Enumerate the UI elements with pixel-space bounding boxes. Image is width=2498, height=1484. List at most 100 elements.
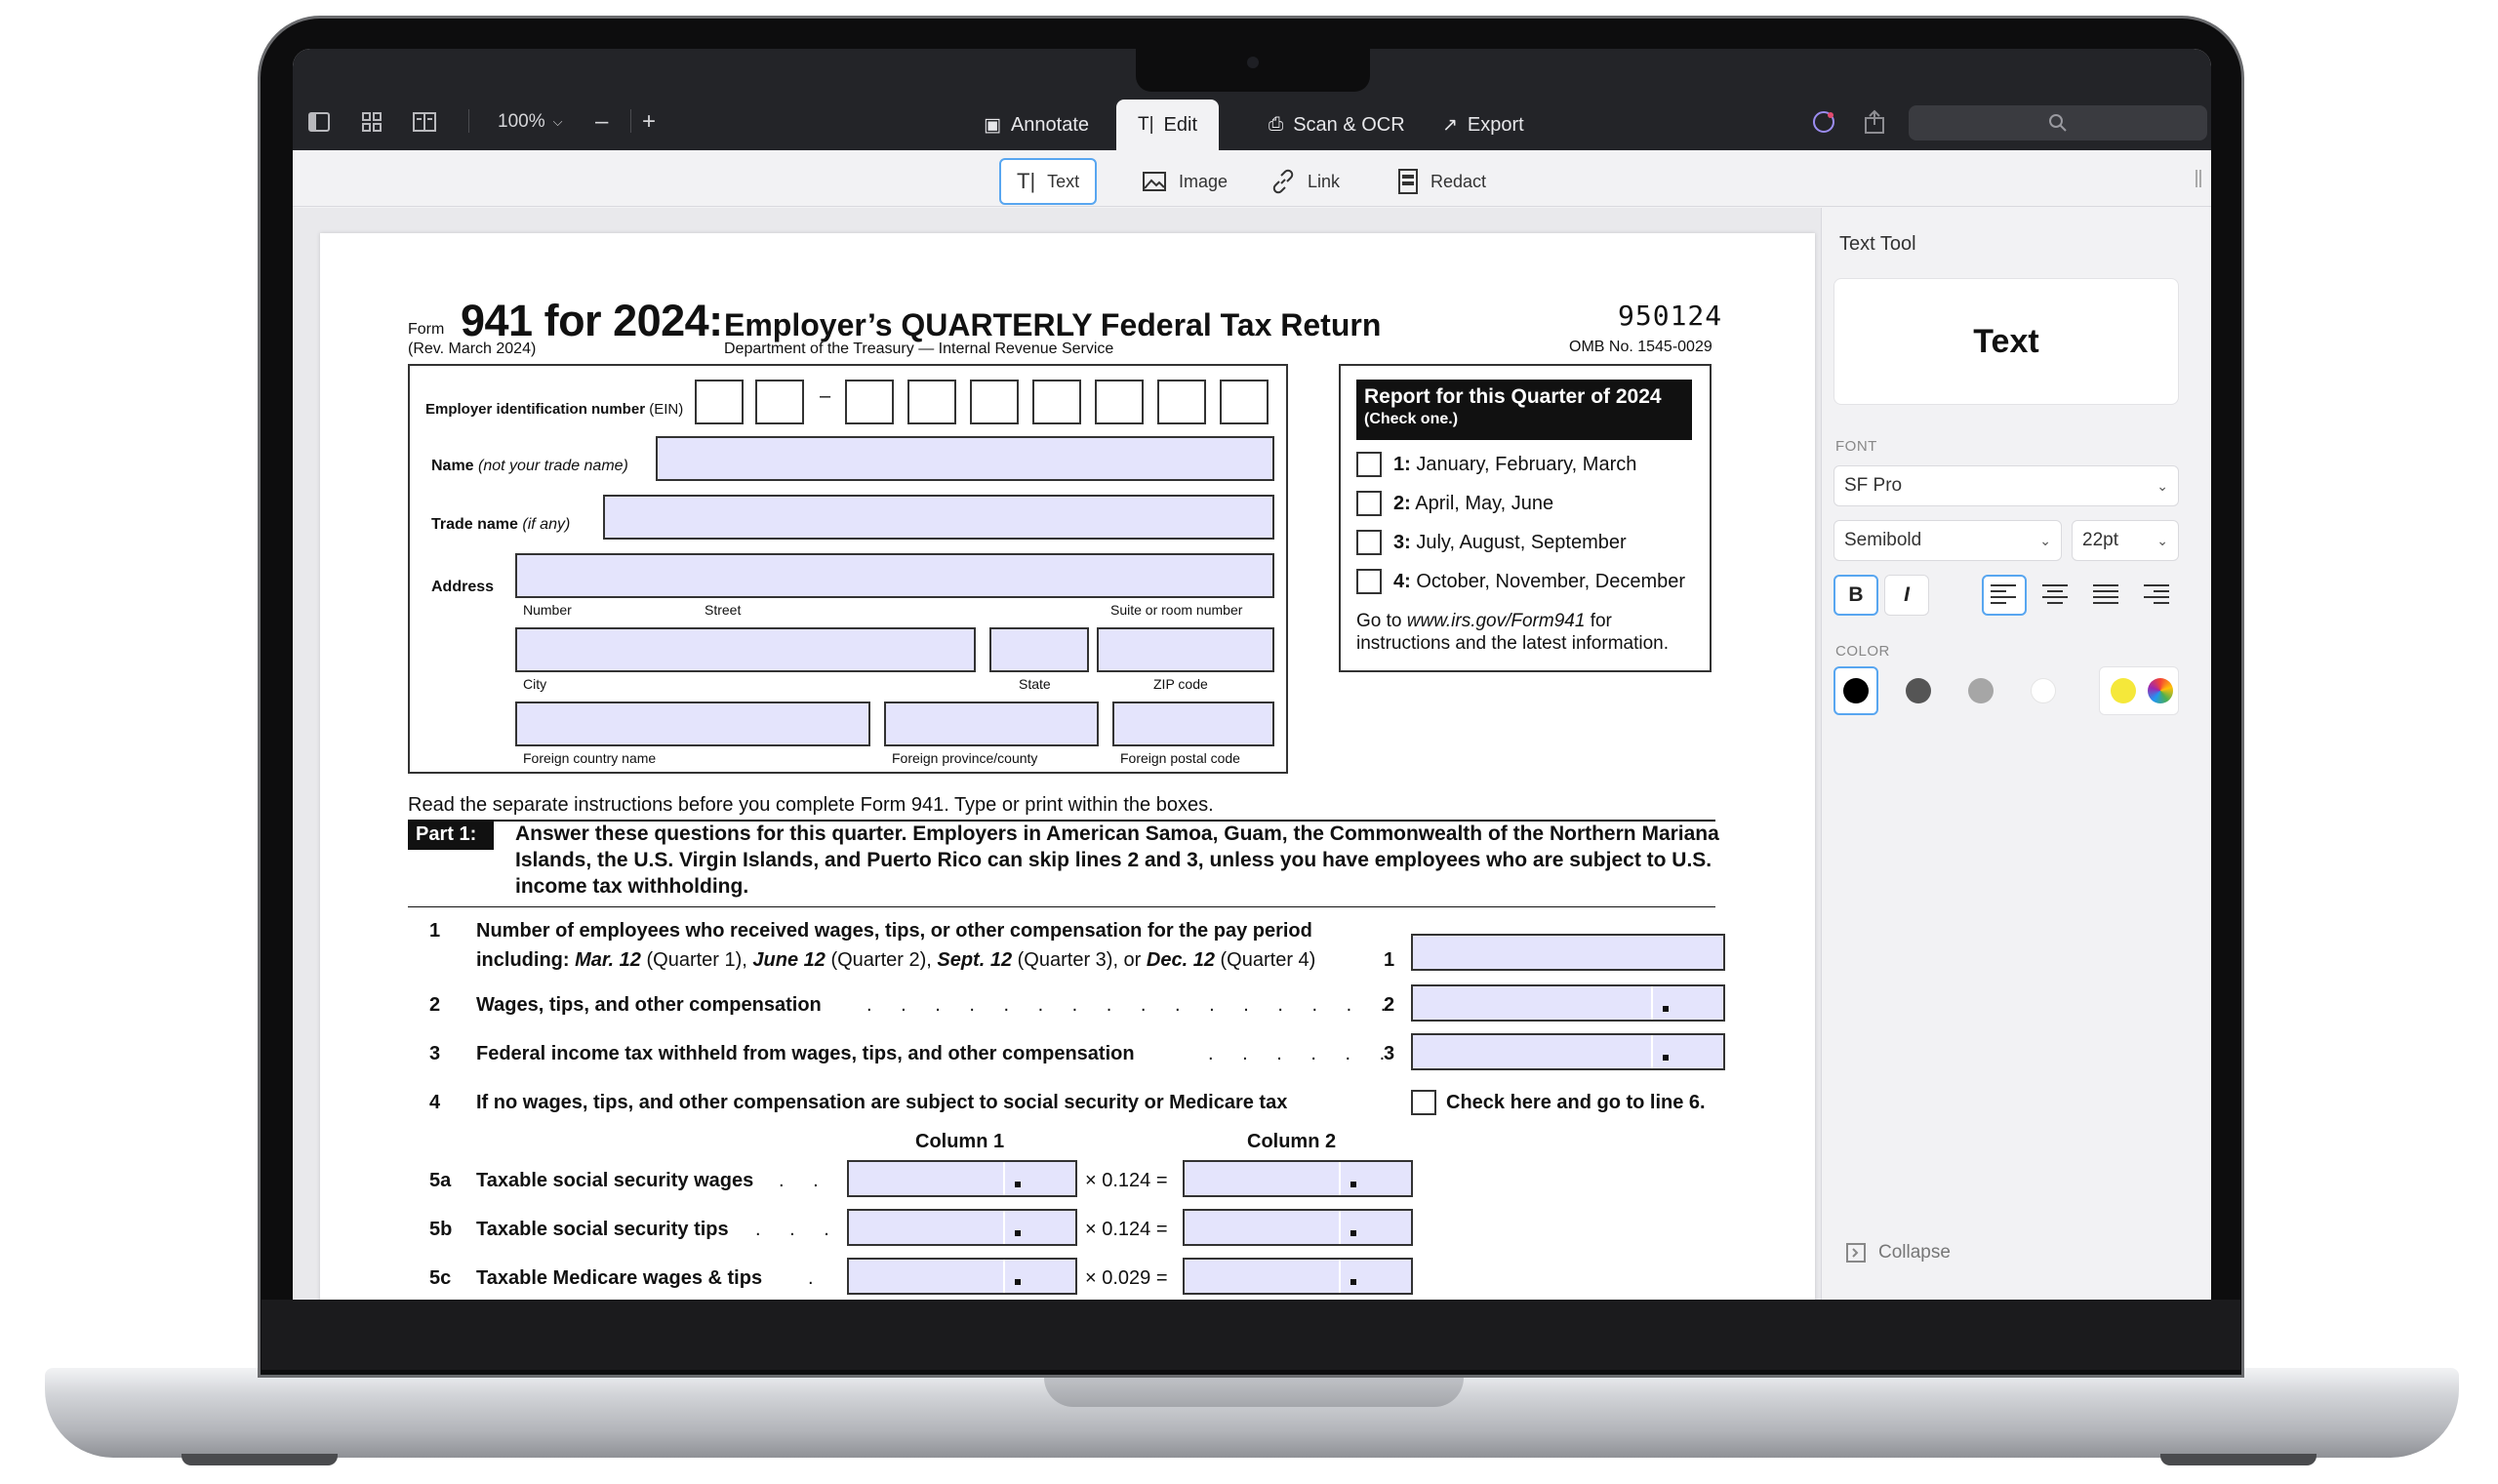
cents-field[interactable] [1003, 1211, 1075, 1244]
line-5c-column-2-field[interactable] [1183, 1258, 1413, 1295]
line-5c-column-1-field[interactable] [847, 1258, 1077, 1295]
line-1-employees-field[interactable] [1411, 934, 1725, 971]
cents-field[interactable] [1339, 1211, 1411, 1244]
image-tool-button[interactable]: Image [1126, 158, 1243, 205]
ein-digit-field[interactable] [907, 380, 956, 424]
line-5b-column-1-field[interactable] [847, 1209, 1077, 1246]
cents-field[interactable] [1651, 986, 1723, 1020]
chevron-down-icon: ⌄ [2039, 532, 2051, 548]
quarter-checkbox[interactable] [1356, 452, 1382, 477]
ein-digit-field[interactable] [1220, 380, 1269, 424]
zoom-out-button[interactable]: – [595, 107, 608, 137]
edit-toolbar: T| Text Image Link Redact [293, 150, 2211, 207]
align-right-icon[interactable] [2144, 581, 2171, 608]
text-tool-button[interactable]: T| Text [999, 158, 1098, 205]
ein-digit-field[interactable] [845, 380, 894, 424]
tab-edit[interactable]: T| Edit [1116, 100, 1220, 150]
redact-tool-label: Redact [1430, 171, 1487, 191]
trade-name-field[interactable] [603, 495, 1274, 540]
cents-field[interactable] [1339, 1162, 1411, 1195]
align-center-icon[interactable] [2042, 581, 2070, 608]
state-field[interactable] [989, 627, 1089, 672]
redact-tool-button[interactable]: Redact [1382, 158, 1502, 205]
line-2-wages-field[interactable] [1411, 984, 1725, 1022]
line-4-checkbox[interactable] [1411, 1090, 1436, 1115]
zip-field[interactable] [1097, 627, 1274, 672]
cents-field[interactable] [1003, 1162, 1075, 1195]
quarter-checkbox[interactable] [1356, 569, 1382, 594]
city-field[interactable] [515, 627, 976, 672]
color-swatch-gray[interactable] [1968, 678, 1994, 703]
quarter-option-1[interactable]: 1: January, February, March [1356, 450, 1636, 479]
ai-assistant-icon[interactable] [1811, 107, 1836, 137]
align-justify-icon[interactable] [2093, 581, 2120, 608]
search-field[interactable] [1909, 105, 2207, 140]
color-swatch-dark-gray[interactable] [1906, 678, 1931, 703]
italic-toggle[interactable]: I [1884, 575, 1929, 616]
form-title: Employer’s QUARTERLY Federal Tax Return [724, 307, 1382, 342]
page-layout-icon[interactable] [412, 107, 437, 137]
chevron-down-icon: ⌄ [2156, 477, 2168, 494]
font-section-label: FONT [1835, 438, 1877, 455]
color-picker-icon[interactable] [2148, 678, 2173, 703]
quarter-checkbox[interactable] [1356, 530, 1382, 555]
cents-field[interactable] [1339, 1260, 1411, 1293]
line-5c-rate: × 0.029 = [1085, 1267, 1168, 1289]
font-weight-select[interactable]: Semibold ⌄ [1833, 520, 2062, 561]
line-5b-column-2-field[interactable] [1183, 1209, 1413, 1246]
color-swatch-black[interactable] [1843, 678, 1869, 703]
font-size-select[interactable]: 22pt ⌄ [2072, 520, 2179, 561]
ein-digit-field[interactable] [755, 380, 804, 424]
form-word: Form [408, 321, 445, 338]
name-field[interactable] [656, 436, 1274, 481]
line-5a-rate: × 0.124 = [1085, 1170, 1168, 1191]
link-tool-button[interactable]: Link [1255, 158, 1355, 205]
panel-resize-handle[interactable] [2196, 170, 2201, 187]
line-1-text-cont: including: Mar. 12 (Quarter 1), June 12 … [476, 949, 1316, 971]
bold-toggle[interactable]: B [1833, 575, 1878, 616]
foreign-province-caption: Foreign province/county [892, 750, 1038, 766]
ein-digit-field[interactable] [970, 380, 1019, 424]
thumbnail-grid-icon[interactable] [361, 107, 383, 137]
ein-digit-field[interactable] [1095, 380, 1144, 424]
line-number: 2 [429, 994, 441, 1016]
foreign-province-field[interactable] [884, 702, 1099, 746]
document-viewport[interactable]: Form 941 for 2024: Employer’s QUARTERLY … [293, 208, 1821, 1300]
tab-annotate[interactable]: ▣ Annotate [962, 100, 1110, 150]
line-5c-text: Taxable Medicare wages & tips [476, 1267, 763, 1289]
cents-field[interactable] [1651, 1035, 1723, 1068]
laptop-bezel-bottom [262, 1300, 2240, 1370]
line-5b-rate: × 0.124 = [1085, 1219, 1168, 1240]
quarter-option-4[interactable]: 4: October, November, December [1356, 567, 1685, 596]
foreign-country-field[interactable] [515, 702, 870, 746]
color-swatch-white[interactable] [2031, 678, 2056, 703]
suite-caption: Suite or room number [1110, 602, 1243, 618]
decimal-point [1015, 1230, 1021, 1236]
zoom-in-button[interactable]: + [642, 107, 656, 137]
decimal-point [1350, 1230, 1356, 1236]
color-section-label: COLOR [1835, 643, 1890, 660]
collapse-button[interactable]: Collapse [1845, 1242, 1951, 1263]
ein-digit-field[interactable] [1032, 380, 1081, 424]
tab-scan-ocr[interactable]: ⎙ Scan & OCR [1247, 100, 1427, 150]
font-family-select[interactable]: SF Pro ⌄ [1833, 465, 2179, 506]
sidebar-toggle-icon[interactable] [308, 107, 330, 137]
quarter-option-3[interactable]: 3: July, August, September [1356, 528, 1627, 557]
ein-digit-field[interactable] [695, 380, 744, 424]
ein-digit-field[interactable] [1157, 380, 1206, 424]
tab-export[interactable]: ↗ Export [1421, 100, 1546, 150]
line-box-number: 3 [1384, 1043, 1395, 1064]
line-3-withholding-field[interactable] [1411, 1033, 1725, 1070]
line-5a-column-1-field[interactable] [847, 1160, 1077, 1197]
cents-field[interactable] [1003, 1260, 1075, 1293]
color-swatch-yellow[interactable] [2111, 678, 2136, 703]
line-5a-column-2-field[interactable] [1183, 1160, 1413, 1197]
quarter-checkbox[interactable] [1356, 491, 1382, 516]
number-caption: Number [523, 602, 572, 618]
share-icon[interactable] [1864, 107, 1885, 137]
pdf-page[interactable]: Form 941 for 2024: Employer’s QUARTERLY … [320, 233, 1815, 1300]
street-address-field[interactable] [515, 553, 1274, 598]
foreign-postal-field[interactable] [1112, 702, 1274, 746]
zoom-select[interactable]: 100% ⌵ [498, 107, 562, 137]
quarter-option-2[interactable]: 2: April, May, June [1356, 489, 1553, 518]
